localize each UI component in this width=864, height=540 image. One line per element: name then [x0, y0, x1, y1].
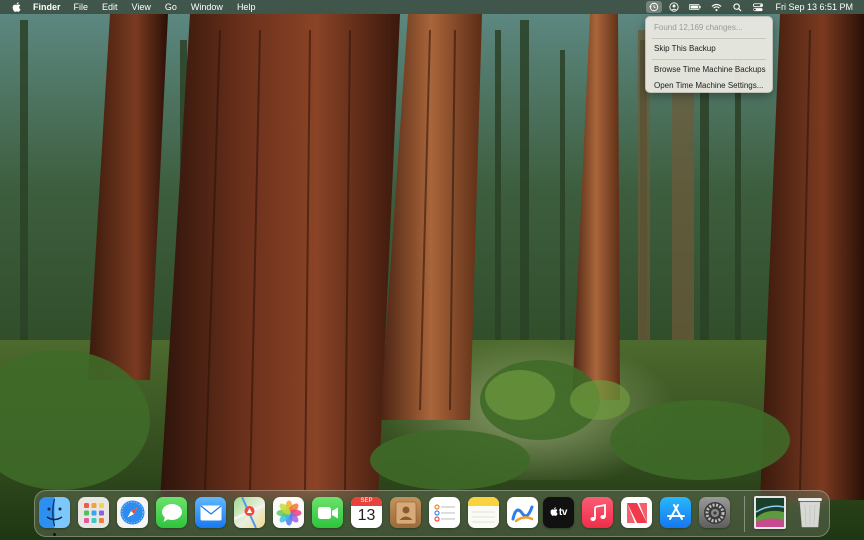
wifi-icon[interactable] — [710, 1, 722, 13]
dock-separator — [744, 496, 745, 532]
control-center-icon[interactable] — [752, 1, 764, 13]
menu-edit[interactable]: Edit — [102, 0, 118, 14]
calendar-month-label: SEP — [351, 497, 382, 506]
news-icon[interactable] — [621, 497, 652, 528]
battery-icon[interactable] — [689, 1, 702, 13]
notes-icon[interactable] — [468, 497, 499, 528]
menu-separator — [652, 59, 766, 60]
trash-icon[interactable] — [794, 497, 825, 528]
open-settings-menu-item[interactable]: Open Time Machine Settings... — [646, 78, 772, 94]
browse-backups-menu-item[interactable]: Browse Time Machine Backups — [646, 62, 772, 78]
finder-running-indicator — [53, 533, 56, 536]
app-store-icon[interactable] — [660, 497, 691, 528]
menu-separator — [652, 38, 766, 39]
apple-tv-label: tv — [558, 507, 568, 518]
apple-menu-icon[interactable] — [10, 1, 22, 13]
menu-file[interactable]: File — [74, 0, 89, 14]
calendar-day-label: 13 — [357, 507, 376, 524]
skip-backup-menu-item[interactable]: Skip This Backup — [646, 41, 772, 57]
menu-view[interactable]: View — [132, 0, 151, 14]
contacts-icon[interactable] — [390, 497, 421, 528]
menu-window[interactable]: Window — [191, 0, 223, 14]
safari-icon[interactable] — [117, 497, 148, 528]
menu-help[interactable]: Help — [237, 0, 256, 14]
maps-icon[interactable] — [234, 497, 265, 528]
preview-thumbnail-icon[interactable] — [754, 496, 786, 529]
messages-icon[interactable] — [156, 497, 187, 528]
user-account-icon[interactable] — [668, 1, 680, 13]
apple-tv-icon[interactable]: tv — [543, 497, 574, 528]
menu-bar-clock[interactable]: Fri Sep 13 6:51 PM — [775, 2, 853, 12]
mail-icon[interactable] — [195, 497, 226, 528]
freeform-icon[interactable] — [507, 497, 538, 528]
backup-status-text: Found 12,169 changes... — [654, 23, 743, 32]
system-settings-icon[interactable] — [699, 497, 730, 528]
music-icon[interactable] — [582, 497, 613, 528]
spotlight-search-icon[interactable] — [731, 1, 743, 13]
photos-icon[interactable] — [273, 497, 304, 528]
menu-go[interactable]: Go — [165, 0, 177, 14]
calendar-icon[interactable]: SEP 13 — [351, 497, 382, 528]
menu-bar: Finder File Edit View Go Window Help Fri… — [0, 0, 864, 14]
menu-app-finder[interactable]: Finder — [33, 0, 61, 14]
facetime-icon[interactable] — [312, 497, 343, 528]
reminders-icon[interactable] — [429, 497, 460, 528]
finder-icon[interactable] — [39, 497, 70, 528]
menu-bar-status-area: Fri Sep 13 6:51 PM — [646, 0, 864, 14]
launchpad-icon[interactable] — [78, 497, 109, 528]
time-machine-menu: Found 12,169 changes... Skip This Backup… — [645, 16, 773, 93]
time-machine-icon[interactable] — [646, 1, 663, 13]
